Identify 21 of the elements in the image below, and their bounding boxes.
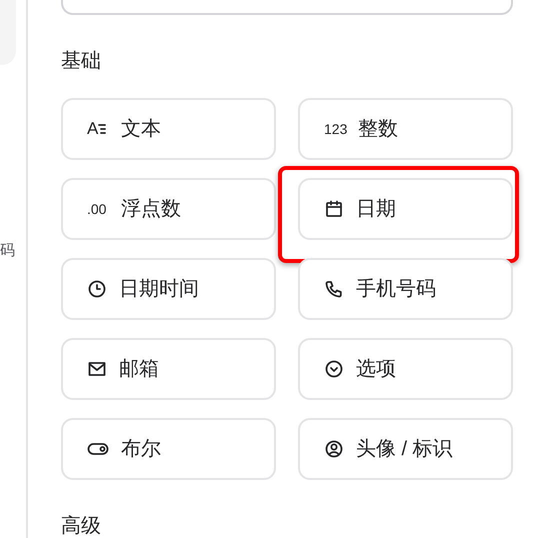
user-circle-icon xyxy=(324,439,344,459)
field-type-button[interactable]: 布尔 xyxy=(61,418,276,480)
field-type-button[interactable]: A 文本 xyxy=(61,98,276,160)
field-type-button[interactable]: 手机号码 xyxy=(298,258,513,320)
field-type-button[interactable]: 选项 xyxy=(298,338,513,400)
calendar-icon xyxy=(324,199,344,219)
sidebar-item[interactable]: 码 xyxy=(0,243,26,258)
field-type-button[interactable]: .00 浮点数 xyxy=(61,178,276,240)
section-heading: 高级 xyxy=(61,514,102,538)
clock-icon xyxy=(87,279,107,299)
field-type-button[interactable]: 日期时间 xyxy=(61,258,276,320)
envelope-icon xyxy=(87,359,107,379)
field-type-button[interactable]: 邮箱 xyxy=(61,338,276,400)
field-type-button[interactable]: 日期 xyxy=(298,178,513,240)
section-heading: 基础 xyxy=(61,49,102,73)
phone-icon xyxy=(324,279,344,299)
integer-type-icon: 123 xyxy=(324,118,346,140)
field-type-button[interactable]: 123 整数 xyxy=(298,98,513,160)
decimal-type-icon: .00 xyxy=(87,198,109,220)
field-type-button[interactable]: 头像 / 标识 xyxy=(298,418,513,480)
chevron-circle-icon xyxy=(324,359,344,379)
